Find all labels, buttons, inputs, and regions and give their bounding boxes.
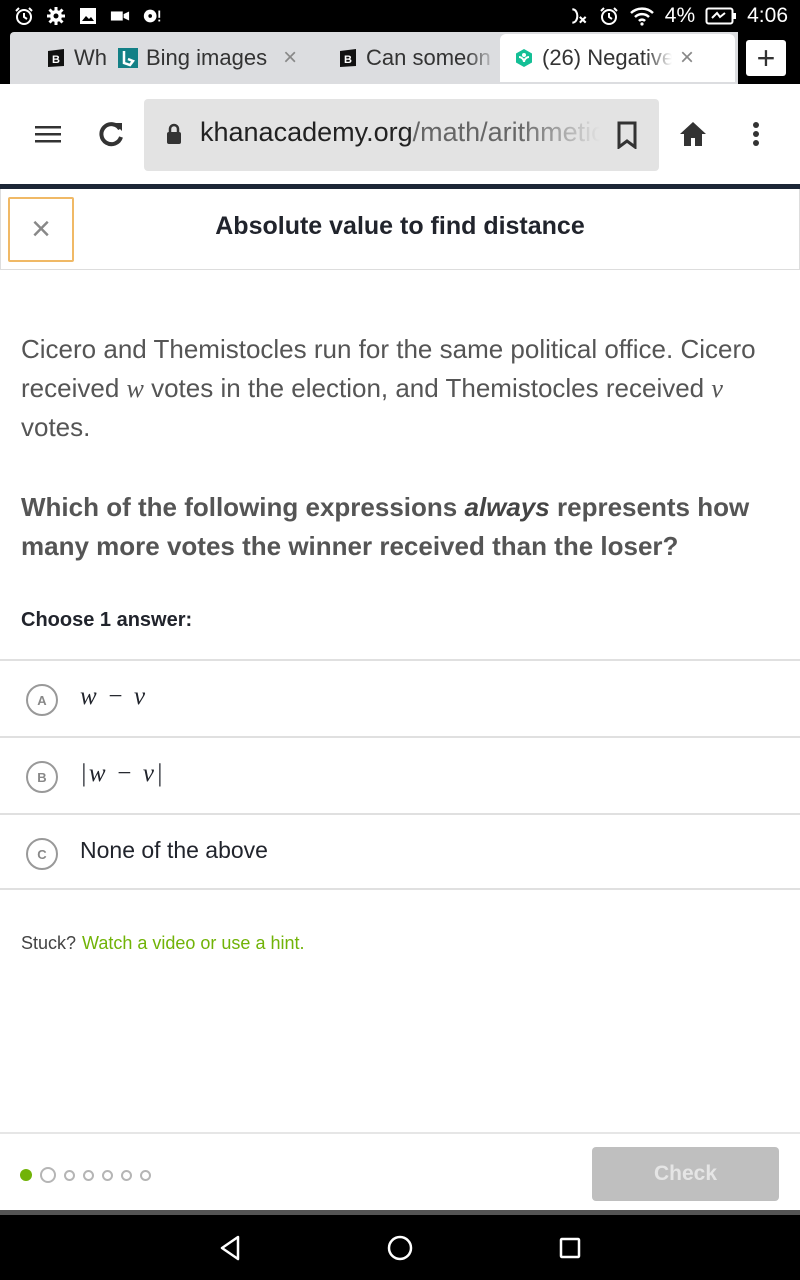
home-icon [680,122,706,146]
emphasis-always: always [464,492,550,522]
progress-dot [83,1169,94,1181]
settings-icon [46,6,66,26]
question-text: Cicero and Themistocles run for the same… [21,334,756,442]
battery-icon [705,6,737,26]
choice-text-b: |w − v| [80,760,165,787]
exercise-title: Absolute value to find distance [215,212,585,240]
variable-w: w [126,374,144,403]
more-vert-icon [753,122,759,146]
back-button[interactable] [215,1233,245,1263]
wifi-icon [629,6,655,26]
tab-khan-academy[interactable]: (26) Negative × [500,34,735,82]
check-button[interactable]: Check [592,1147,779,1201]
tab-brainly-2[interactable]: B Can someon [338,34,498,82]
image-icon [78,6,98,26]
address-bar[interactable]: khanacademy.org/math/arithmetic [144,99,659,171]
choice-radio-c[interactable]: C [26,838,58,870]
tab-bing-images[interactable]: Bing images × [118,34,328,82]
system-nav-bar [0,1215,800,1280]
choice-text-c: None of the above [80,837,268,863]
reload-button[interactable] [91,114,131,154]
progress-dots [20,1167,151,1183]
home-nav-button[interactable] [385,1233,415,1263]
back-icon [220,1235,240,1261]
recents-icon [559,1237,581,1259]
alarm-icon [14,6,34,26]
choice-a[interactable]: A w − v [0,659,800,736]
hamburger-icon [35,126,61,143]
home-circle-icon [387,1235,413,1261]
progress-dot [20,1169,32,1181]
url-text[interactable]: khanacademy.org/math/arithmetic [200,117,600,148]
recents-button[interactable] [555,1233,585,1263]
variable-v: v [711,374,723,403]
menu-button[interactable] [28,114,68,154]
brainly-icon: B [338,48,358,68]
overflow-menu-button[interactable] [736,114,776,154]
bookmark-icon[interactable] [617,121,637,154]
sync-icon [142,6,162,26]
svg-text:B: B [344,54,352,66]
progress-dot [64,1169,75,1181]
progress-dot [140,1169,151,1181]
bing-icon [118,48,138,68]
lock-icon [166,123,182,150]
alarm-icon [599,6,619,26]
choice-c[interactable]: C None of the above [0,813,800,890]
reload-icon [99,122,123,147]
choice-b[interactable]: B |w − v| [0,736,800,813]
progress-dot [121,1169,132,1181]
nfc-off-icon [569,6,589,26]
status-bar: 4% 4:06 [0,0,800,32]
home-button[interactable] [673,114,713,154]
close-tab-icon[interactable]: × [283,44,297,72]
new-tab-button[interactable]: + [746,40,786,76]
close-tab-icon[interactable]: × [680,44,694,72]
hint-link[interactable]: Watch a video or use a hint. [82,933,304,953]
brainly-icon: B [46,48,66,68]
exercise-header: × Absolute value to find distance [0,189,800,270]
video-icon [110,6,130,26]
tab-strip: B Wh Bing images × B Can someon (26) Neg… [0,32,800,84]
choose-label: Choose 1 answer: [21,609,193,631]
browser-toolbar: khanacademy.org/math/arithmetic [0,84,800,184]
exercise-footer: Check [0,1132,800,1210]
stuck-prompt: Stuck? Watch a video or use a hint. [21,933,305,953]
progress-dot [102,1169,113,1181]
answer-choices: A w − v B |w − v| C None of the above [0,659,800,890]
clock: 4:06 [747,4,788,27]
choice-radio-b[interactable]: B [26,761,58,793]
progress-dot [40,1167,56,1183]
choice-text-a: w − v [80,683,148,710]
battery-percent: 4% [664,4,696,27]
choice-radio-a[interactable]: A [26,684,58,716]
question-prompt: Which of the following expressions alway… [21,492,750,561]
tab-brainly-1[interactable]: B Wh [46,34,106,82]
khan-academy-icon [514,48,534,68]
svg-text:B: B [52,54,60,66]
